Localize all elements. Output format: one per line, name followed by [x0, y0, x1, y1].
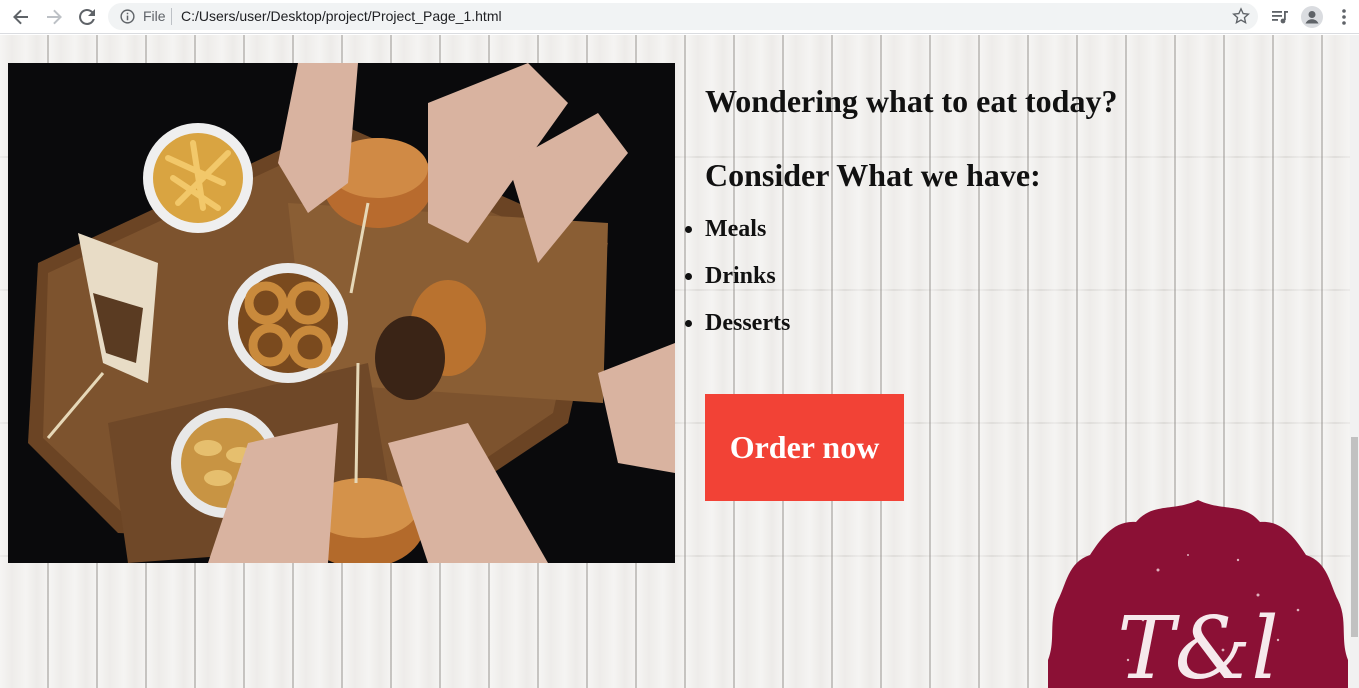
menu-list: Meals Drinks Desserts — [705, 211, 790, 352]
star-icon[interactable] — [1232, 7, 1250, 25]
forward-button[interactable] — [42, 5, 66, 29]
browser-toolbar: File C:/Users/user/Desktop/project/Proje… — [0, 0, 1359, 34]
kebab-menu-icon — [1342, 9, 1346, 25]
order-now-button[interactable]: Order now — [705, 394, 904, 501]
reload-icon — [79, 8, 95, 25]
logo-text: T&l — [1117, 599, 1278, 688]
profile-icon — [1301, 6, 1323, 28]
page-viewport: Wondering what to eat today? Consider Wh… — [0, 35, 1350, 688]
file-label: File — [143, 8, 166, 24]
page-heading: Wondering what to eat today? — [705, 83, 1118, 119]
menu-item-desserts: Desserts — [705, 305, 790, 352]
scrollbar-thumb[interactable] — [1351, 437, 1358, 637]
food-photo — [8, 63, 675, 563]
back-icon — [13, 9, 28, 25]
reading-list-icon — [1272, 11, 1288, 24]
brand-logo-badge: T&l — [1048, 500, 1348, 688]
profile-button[interactable] — [1300, 5, 1324, 29]
menu-item-meals: Meals — [705, 211, 790, 258]
info-icon[interactable] — [120, 9, 135, 24]
vertical-scrollbar[interactable] — [1350, 35, 1359, 688]
menu-heading: Consider What we have: — [705, 157, 1041, 193]
address-bar[interactable]: File C:/Users/user/Desktop/project/Proje… — [108, 3, 1258, 30]
browser-menu-button[interactable] — [1332, 5, 1356, 29]
menu-item-drinks: Drinks — [705, 258, 790, 305]
back-button[interactable] — [9, 5, 33, 29]
reading-list-button[interactable] — [1268, 5, 1292, 29]
url-text[interactable]: C:/Users/user/Desktop/project/Project_Pa… — [181, 8, 502, 24]
reload-button[interactable] — [75, 5, 99, 29]
forward-icon — [47, 9, 62, 25]
omnibox-divider — [171, 8, 172, 25]
